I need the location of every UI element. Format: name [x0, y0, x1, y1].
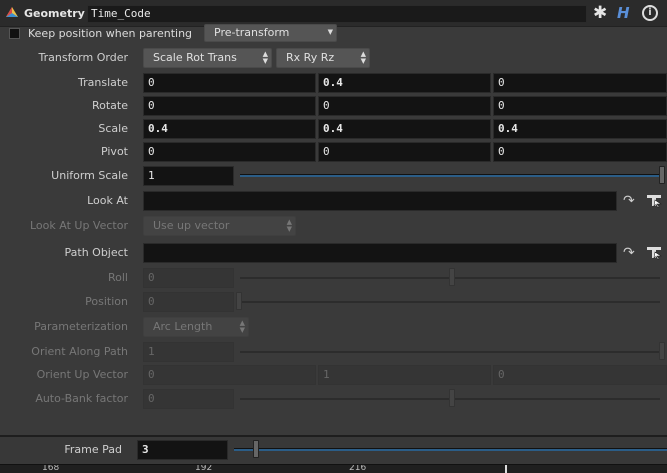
- timeline-playhead[interactable]: [505, 465, 507, 473]
- auto-bank-field[interactable]: 0: [143, 389, 234, 409]
- pivot-y-field[interactable]: 0: [318, 142, 491, 162]
- keep-position-label: Keep position when parenting: [28, 27, 193, 40]
- path-object-label: Path Object: [64, 246, 129, 259]
- jump-to-icon[interactable]: ↷: [623, 245, 635, 261]
- orient-along-path-slider[interactable]: [240, 351, 660, 353]
- pivot-label: Pivot: [100, 145, 128, 158]
- parameterization-menu[interactable]: Arc Length ▲ ▼: [143, 317, 249, 337]
- dropdown-arrow-icon: ▼: [327, 28, 333, 36]
- info-icon-glyph: i: [648, 7, 652, 18]
- rotate-z-field[interactable]: 0: [493, 96, 667, 116]
- parameter-header: Geometry Time_Code ✱ H i: [0, 0, 667, 27]
- auto-bank-label: Auto-Bank factor: [35, 392, 128, 405]
- help-icon[interactable]: H: [617, 5, 630, 22]
- geometry-node-icon: [4, 5, 20, 21]
- node-type-label: Geometry: [24, 7, 85, 20]
- look-at-up-label: Look At Up Vector: [30, 219, 128, 232]
- timeline-bar[interactable]: 168 192 216: [0, 464, 667, 473]
- translate-y-field[interactable]: 0.4: [318, 73, 491, 93]
- translate-x-field[interactable]: 0: [143, 73, 316, 93]
- scale-label: Scale: [98, 122, 128, 135]
- timeline-tick-label: 192: [195, 464, 213, 473]
- translate-z-field[interactable]: 0: [493, 73, 667, 93]
- roll-label: Roll: [108, 271, 128, 284]
- path-object-field[interactable]: [143, 243, 617, 263]
- parameterization-value: Arc Length: [153, 320, 213, 333]
- translate-label: Translate: [78, 76, 128, 89]
- uniform-scale-label: Uniform Scale: [51, 169, 128, 182]
- orient-along-path-slider-handle[interactable]: [659, 342, 665, 360]
- updown-arrow-icon: ▲ ▼: [262, 50, 268, 65]
- uniform-scale-slider-handle[interactable]: [659, 166, 665, 184]
- pivot-z-field[interactable]: 0: [493, 142, 667, 162]
- node-chooser-icon[interactable]: [645, 244, 663, 260]
- node-name-field[interactable]: Time_Code: [87, 5, 587, 23]
- position-field[interactable]: 0: [143, 292, 234, 312]
- rotate-y-field[interactable]: 0: [318, 96, 491, 116]
- keep-position-menu-value: Pre-transform: [214, 26, 290, 39]
- orient-up-y-field[interactable]: 1: [318, 365, 491, 385]
- frame-pad-slider[interactable]: [234, 448, 667, 451]
- scale-x-field[interactable]: 0.4: [143, 119, 316, 139]
- node-chooser-icon[interactable]: [645, 192, 663, 208]
- frame-pad-label: Frame Pad: [64, 443, 122, 456]
- orient-along-path-label: Orient Along Path: [31, 345, 128, 358]
- orient-up-x-field[interactable]: 0: [143, 365, 316, 385]
- parameterization-label: Parameterization: [34, 320, 128, 333]
- timeline-tick-label: 168: [42, 464, 60, 473]
- scale-y-field[interactable]: 0.4: [318, 119, 491, 139]
- keep-position-checkbox[interactable]: [9, 28, 20, 39]
- position-slider-handle[interactable]: [236, 292, 242, 310]
- look-at-up-menu[interactable]: Use up vector ▲ ▼: [143, 216, 296, 236]
- rotate-order-value: Rx Ry Rz: [286, 51, 335, 64]
- position-slider[interactable]: [240, 301, 660, 303]
- info-icon[interactable]: i: [642, 5, 658, 21]
- scale-z-field[interactable]: 0.4: [493, 119, 667, 139]
- frame-pad-slider-handle[interactable]: [253, 440, 259, 458]
- look-at-label: Look At: [87, 194, 128, 207]
- rotate-label: Rotate: [91, 99, 128, 112]
- jump-to-icon[interactable]: ↷: [623, 193, 635, 209]
- updown-arrow-icon: ▲ ▼: [360, 50, 366, 65]
- timeline-tick-label: 216: [349, 464, 367, 473]
- roll-field[interactable]: 0: [143, 268, 234, 288]
- uniform-scale-slider[interactable]: [240, 174, 660, 177]
- position-label: Position: [85, 295, 128, 308]
- orient-up-z-field[interactable]: 0: [493, 365, 667, 385]
- rotate-order-menu[interactable]: Rx Ry Rz ▲ ▼: [276, 48, 370, 68]
- look-at-up-value: Use up vector: [153, 219, 230, 232]
- transform-order-label: Transform Order: [38, 51, 128, 64]
- orient-along-path-field[interactable]: 1: [143, 342, 234, 362]
- updown-arrow-icon: ▲ ▼: [239, 319, 245, 334]
- roll-slider-handle[interactable]: [449, 268, 455, 286]
- updown-arrow-icon: ▲ ▼: [286, 218, 292, 233]
- orient-up-vector-label: Orient Up Vector: [36, 368, 128, 381]
- look-at-field[interactable]: [143, 191, 617, 211]
- gear-icon[interactable]: ✱: [593, 5, 607, 22]
- frame-pad-field[interactable]: 3: [137, 440, 228, 460]
- rotate-x-field[interactable]: 0: [143, 96, 316, 116]
- auto-bank-slider-handle[interactable]: [449, 389, 455, 407]
- keep-position-menu[interactable]: Pre-transform ▼: [204, 24, 337, 42]
- transform-order-value: Scale Rot Trans: [153, 51, 237, 64]
- transform-order-menu[interactable]: Scale Rot Trans ▲ ▼: [143, 48, 272, 68]
- pivot-x-field[interactable]: 0: [143, 142, 316, 162]
- uniform-scale-field[interactable]: 1: [143, 166, 234, 186]
